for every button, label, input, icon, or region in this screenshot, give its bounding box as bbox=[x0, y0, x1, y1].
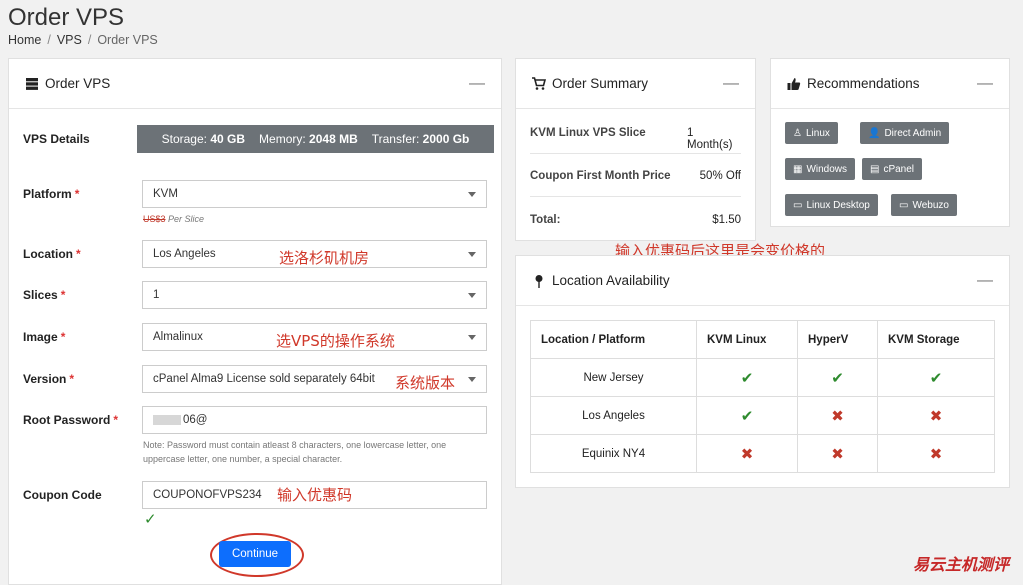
location-cell: Equinix NY4 bbox=[530, 434, 697, 473]
thumbs-up-icon bbox=[787, 77, 801, 90]
check-icon: ✔ bbox=[929, 369, 943, 387]
cross-icon: ✖ bbox=[929, 407, 943, 425]
rec-cpanel-button[interactable]: ▤ cPanel bbox=[862, 158, 923, 180]
page-title: Order VPS bbox=[8, 4, 125, 31]
order-summary-header: Order Summary — bbox=[516, 59, 755, 109]
slices-select[interactable]: 1 bbox=[142, 281, 487, 309]
column-header: HyperV bbox=[797, 320, 878, 359]
location-annotation: 选洛杉矶机房 bbox=[279, 249, 370, 267]
location-availability-header: Location Availability — bbox=[516, 256, 1009, 306]
server-icon bbox=[26, 77, 38, 90]
breadcrumb-home[interactable]: Home bbox=[8, 33, 41, 47]
rec-webuzo-button[interactable]: ▭ Webuzo bbox=[891, 194, 957, 216]
check-icon: ✔ bbox=[831, 369, 844, 387]
cross-icon: ✖ bbox=[740, 445, 754, 463]
monitor-icon: ▭ bbox=[793, 199, 803, 211]
password-note: Note: Password must contain atleast 8 ch… bbox=[143, 440, 447, 464]
cross-icon: ✖ bbox=[831, 445, 844, 463]
summary-row: Coupon First Month Price 50% Off bbox=[530, 170, 741, 182]
coupon-annotation: 输入优惠码 bbox=[277, 486, 353, 504]
location-availability-title: Location Availability bbox=[552, 273, 670, 288]
availability-table: Location / Platform KVM Linux HyperV KVM… bbox=[530, 320, 995, 473]
laptop-icon: ▭ bbox=[899, 199, 909, 211]
recommendations-title: Recommendations bbox=[807, 76, 920, 91]
check-icon: ✔ bbox=[740, 369, 754, 387]
image-label: Image * bbox=[23, 330, 66, 344]
column-header: KVM Linux bbox=[696, 320, 798, 359]
platform-label: Platform * bbox=[23, 187, 80, 201]
slices-label: Slices * bbox=[23, 288, 66, 302]
collapse-icon[interactable]: — bbox=[723, 75, 739, 93]
vps-details-bar: Storage: 40 GB Memory: 2048 MB Transfer:… bbox=[137, 125, 494, 153]
summary-total-row: Total: $1.50 bbox=[530, 214, 741, 226]
check-icon: ✔ bbox=[740, 407, 754, 425]
cpanel-icon: ▤ bbox=[870, 163, 880, 175]
column-header: KVM Storage bbox=[877, 320, 995, 359]
coupon-label: Coupon Code bbox=[23, 488, 102, 502]
order-summary-title: Order Summary bbox=[552, 76, 649, 91]
recommendations-card: Recommendations — ♙ Linux 👤 Direct Admin ▦… bbox=[770, 58, 1010, 227]
continue-button[interactable]: Continue bbox=[219, 541, 291, 567]
collapse-icon[interactable]: — bbox=[977, 75, 993, 93]
table-row: New Jersey ✔ ✔ ✔ bbox=[530, 358, 995, 397]
collapse-icon[interactable]: — bbox=[977, 272, 993, 290]
breadcrumb-vps[interactable]: VPS bbox=[57, 33, 82, 47]
order-summary-card: Order Summary — KVM Linux VPS Slice 1 Mon… bbox=[515, 58, 756, 241]
location-label: Location * bbox=[23, 247, 81, 261]
breadcrumb: Home / VPS / Order VPS bbox=[8, 33, 158, 47]
column-header: Location / Platform bbox=[530, 320, 697, 359]
rec-linux-desktop-button[interactable]: ▭ Linux Desktop bbox=[785, 194, 878, 216]
location-cell: Los Angeles bbox=[530, 396, 697, 435]
location-availability-card: Location Availability — Location / Platf… bbox=[515, 255, 1010, 488]
cart-icon bbox=[532, 76, 546, 90]
password-mask bbox=[153, 415, 181, 425]
platform-select[interactable]: KVM bbox=[142, 180, 487, 208]
windows-icon: ▦ bbox=[793, 163, 803, 175]
coupon-valid-check-icon: ✓ bbox=[144, 511, 157, 528]
vps-details-label: VPS Details bbox=[23, 132, 90, 146]
linux-icon: ♙ bbox=[793, 127, 802, 139]
cross-icon: ✖ bbox=[929, 445, 943, 463]
image-annotation: 选VPS的操作系统 bbox=[276, 332, 395, 350]
price-note: US$3 Per Slice bbox=[143, 214, 205, 224]
watermark: 易云主机测评 bbox=[912, 555, 1009, 574]
root-password-label: Root Password * bbox=[23, 413, 119, 427]
table-header-row: Location / Platform KVM Linux HyperV KVM… bbox=[530, 320, 995, 359]
chevron-down-icon bbox=[468, 252, 476, 257]
order-vps-header: Order VPS — bbox=[9, 59, 501, 109]
summary-row: KVM Linux VPS Slice 1 Month(s) bbox=[530, 127, 733, 151]
chevron-down-icon bbox=[468, 377, 476, 382]
map-pin-icon bbox=[535, 274, 543, 288]
rec-linux-button[interactable]: ♙ Linux bbox=[785, 122, 838, 144]
cross-icon: ✖ bbox=[831, 407, 844, 425]
rec-direct-admin-button[interactable]: 👤 Direct Admin bbox=[860, 122, 950, 144]
table-row: Equinix NY4 ✖ ✖ ✖ bbox=[530, 434, 995, 473]
rec-windows-button[interactable]: ▦ Windows bbox=[785, 158, 856, 180]
chevron-down-icon bbox=[468, 335, 476, 340]
version-annotation: 系统版本 bbox=[395, 374, 456, 392]
order-vps-card: Order VPS — VPS Details Storage: 40 GB M… bbox=[8, 58, 502, 585]
collapse-icon[interactable]: — bbox=[469, 75, 485, 93]
chevron-down-icon bbox=[468, 293, 476, 298]
root-password-input[interactable]: 06@ bbox=[142, 406, 487, 434]
order-vps-title: Order VPS bbox=[45, 76, 111, 91]
user-icon: 👤 bbox=[868, 127, 881, 139]
location-cell: New Jersey bbox=[530, 358, 697, 397]
recommendations-header: Recommendations — bbox=[771, 59, 1009, 109]
breadcrumb-current: Order VPS bbox=[97, 33, 158, 47]
table-row: Los Angeles ✔ ✖ ✖ bbox=[530, 396, 995, 435]
version-label: Version * bbox=[23, 372, 75, 386]
chevron-down-icon bbox=[468, 192, 476, 197]
